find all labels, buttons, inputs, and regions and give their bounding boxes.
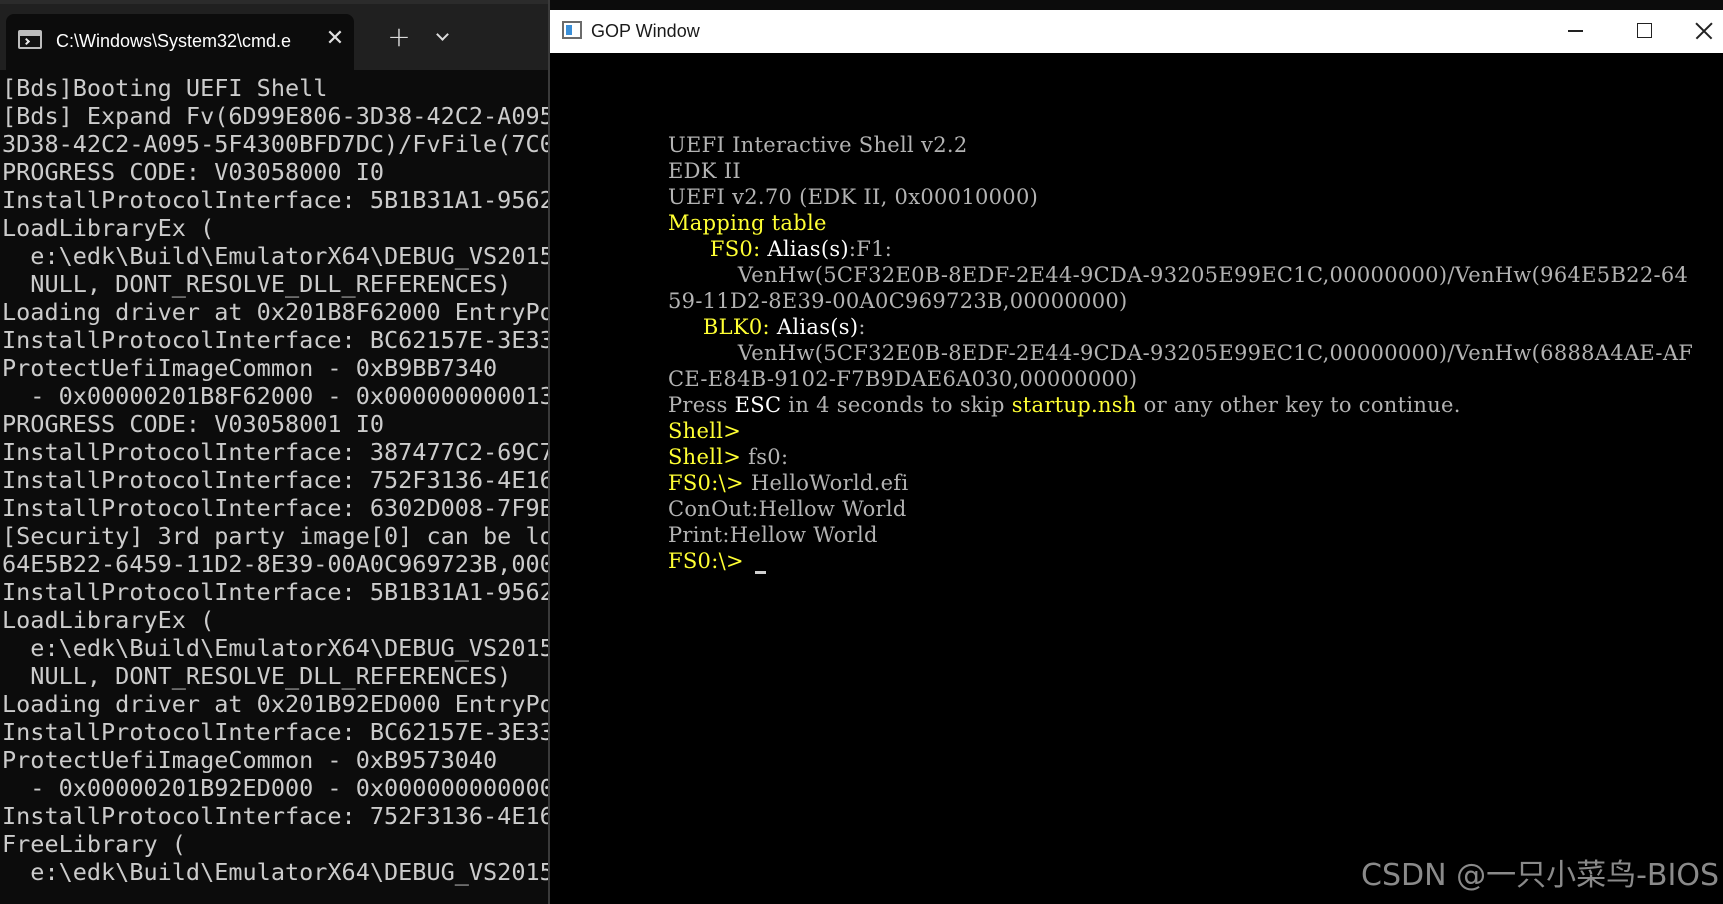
shell-text: :F1: <box>848 237 893 261</box>
shell-line: VenHw(5CF32E0B-8EDF-2E44-9CDA-93205E99EC… <box>668 340 1718 366</box>
shell-text: Alias(s) <box>769 315 859 339</box>
terminal-line: [Bds] Expand Fv(6D99E806-3D38-42C2-A095 <box>2 102 548 130</box>
shell-text: UEFI v2.70 (EDK II, 0x00010000) <box>668 185 1039 209</box>
terminal-line: e:\edk\Build\EmulatorX64\DEBUG_VS2015 <box>2 634 548 662</box>
shell-text: Mapping table <box>668 211 827 235</box>
shell-text <box>668 315 703 339</box>
terminal-line: Loading driver at 0x201B92ED000 EntryPo <box>2 690 548 718</box>
shell-line: UEFI v2.70 (EDK II, 0x00010000) <box>668 184 1718 210</box>
shell-text: Alias(s) <box>760 237 849 261</box>
console-icon <box>18 30 42 49</box>
terminal-line: InstallProtocolInterface: 5B1B31A1-9562 <box>2 578 548 606</box>
shell-text: FS0: <box>709 237 761 261</box>
terminal-line: InstallProtocolInterface: 752F3136-4E16 <box>2 802 548 830</box>
uefi-shell-output[interactable]: UEFI Interactive Shell v2.2 EDK II UEFI v2… <box>668 132 1718 574</box>
shell-text: startup.nsh <box>1011 393 1137 417</box>
shell-text: HelloWorld.efi <box>743 471 909 495</box>
shell-text: FS0:\> <box>668 471 744 495</box>
shell-text: Press <box>668 393 735 417</box>
shell-text: ESC <box>734 393 782 417</box>
shell-line: UEFI Interactive Shell v2.2 <box>668 132 1718 158</box>
terminal-line: e:\edk\Build\EmulatorX64\DEBUG_VS2015 <box>2 858 548 886</box>
shell-line: EDK II <box>668 158 1718 184</box>
terminal-line: FreeLibrary ( <box>2 830 186 858</box>
terminal-tab-strip: C:\Windows\System32\cmd.e ✕ + <box>0 0 548 70</box>
gop-title-bar[interactable]: GOP Window <box>550 10 1723 53</box>
terminal-line: [Security] 3rd party image[0] can be lo <box>2 522 548 550</box>
terminal-tab-cmd[interactable]: C:\Windows\System32\cmd.e ✕ <box>6 14 354 70</box>
shell-line: Shell> fs0: <box>668 444 1718 470</box>
maximize-button[interactable] <box>1610 10 1680 53</box>
shell-line: VenHw(5CF32E0B-8EDF-2E44-9CDA-93205E99EC… <box>668 262 1718 288</box>
shell-line: FS0: Alias(s):F1: <box>668 236 1718 262</box>
shell-text: or any other key to continue. <box>1136 393 1461 417</box>
terminal-tab-title: C:\Windows\System32\cmd.e <box>56 31 292 51</box>
terminal-line: PROGRESS CODE: V03058001 I0 <box>2 410 385 438</box>
terminal-line: Loading driver at 0x201B8F62000 EntryPo <box>2 298 548 326</box>
terminal-line: [Bds]Booting UEFI Shell <box>2 74 328 102</box>
window-app-icon <box>562 21 582 39</box>
shell-line: FS0:\> <box>668 548 1718 574</box>
terminal-line: PROGRESS CODE: V03058000 I0 <box>2 158 385 186</box>
terminal-line: InstallProtocolInterface: 752F3136-4E16 <box>2 466 548 494</box>
shell-text: Shell> <box>668 445 742 469</box>
terminal-line: InstallProtocolInterface: BC62157E-3E33 <box>2 718 548 746</box>
terminal-line: InstallProtocolInterface: 5B1B31A1-9562 <box>2 186 548 214</box>
shell-line: BLK0: Alias(s): <box>668 314 1718 340</box>
terminal-line: NULL, DONT_RESOLVE_DLL_REFERENCES) <box>2 662 512 690</box>
close-icon[interactable]: ✕ <box>322 26 348 52</box>
terminal-line: e:\edk\Build\EmulatorX64\DEBUG_VS2015 <box>2 242 548 270</box>
terminal-line: 3D38-42C2-A095-5F4300BFD7DC)/FvFile(7C0 <box>2 130 548 158</box>
terminal-line: ProtectUefiImageCommon - 0xB9BB7340 <box>2 354 498 382</box>
terminal-line: ProtectUefiImageCommon - 0xB9573040 <box>2 746 498 774</box>
background-window-edge <box>0 0 548 4</box>
close-button[interactable] <box>1683 10 1723 53</box>
shell-text: : <box>858 315 866 339</box>
terminal-output[interactable]: [Bds]Booting UEFI Shell [Bds] Expand Fv(6… <box>2 74 548 904</box>
shell-line: FS0:\> HelloWorld.efi <box>668 470 1718 496</box>
terminal-line: 64E5B22-6459-11D2-8E39-00A0C969723B,000 <box>2 550 548 578</box>
terminal-line: InstallProtocolInterface: 6302D008-7F9B <box>2 494 548 522</box>
terminal-line: LoadLibraryEx ( <box>2 214 215 242</box>
text-cursor <box>754 571 766 574</box>
shell-text: VenHw(5CF32E0B-8EDF-2E44-9CDA-93205E99EC… <box>668 263 1689 287</box>
shell-line: Press ESC in 4 seconds to skip startup.n… <box>668 392 1718 418</box>
terminal-line: LoadLibraryEx ( <box>2 606 215 634</box>
shell-line: Mapping table <box>668 210 1718 236</box>
shell-text <box>668 237 710 261</box>
terminal-line: NULL, DONT_RESOLVE_DLL_REFERENCES) <box>2 270 512 298</box>
shell-text: Shell> <box>668 419 742 443</box>
terminal-line: InstallProtocolInterface: 387477C2-69C7 <box>2 438 548 466</box>
minimize-button[interactable] <box>1540 10 1610 53</box>
shell-text <box>744 549 751 573</box>
shell-text: FS0:\> <box>668 549 744 573</box>
terminal-line: InstallProtocolInterface: BC62157E-3E33 <box>2 326 548 354</box>
shell-text: ConOut:Hellow World <box>668 497 907 521</box>
shell-text: UEFI Interactive Shell v2.2 <box>668 133 968 157</box>
shell-text: in 4 seconds to skip <box>781 393 1012 417</box>
terminal-line: - 0x00000201B92ED000 - 0x000000000000 <box>2 774 548 802</box>
shell-text: VenHw(5CF32E0B-8EDF-2E44-9CDA-93205E99EC… <box>668 341 1694 365</box>
watermark: CSDN @一只小菜鸟-BIOS <box>1361 858 1719 893</box>
shell-text: BLK0: <box>702 315 770 339</box>
terminal-window: C:\Windows\System32\cmd.e ✕ + [Bds]Booti… <box>0 0 548 904</box>
terminal-line: - 0x00000201B8F62000 - 0x000000000013 <box>2 382 548 410</box>
shell-line: CE-E84B-9102-F7B9DAE6A030,00000000) <box>668 366 1718 392</box>
shell-line: 59-11D2-8E39-00A0C969723B,00000000) <box>668 288 1718 314</box>
shell-text: 59-11D2-8E39-00A0C969723B,00000000) <box>668 289 1128 313</box>
gop-window-title: GOP Window <box>591 21 700 41</box>
chevron-down-icon[interactable] <box>430 22 458 52</box>
shell-text: Print:Hellow World <box>668 523 878 547</box>
shell-line: Shell> <box>668 418 1718 444</box>
shell-line: ConOut:Hellow World <box>668 496 1718 522</box>
shell-text: EDK II <box>668 159 741 183</box>
new-tab-button[interactable]: + <box>384 22 414 52</box>
gop-window: GOP Window UEFI Interactive Shell v2.2 ED… <box>550 10 1723 904</box>
shell-line: Print:Hellow World <box>668 522 1718 548</box>
shell-text: fs0: <box>741 445 789 469</box>
shell-text: CE-E84B-9102-F7B9DAE6A030,00000000) <box>668 367 1138 391</box>
